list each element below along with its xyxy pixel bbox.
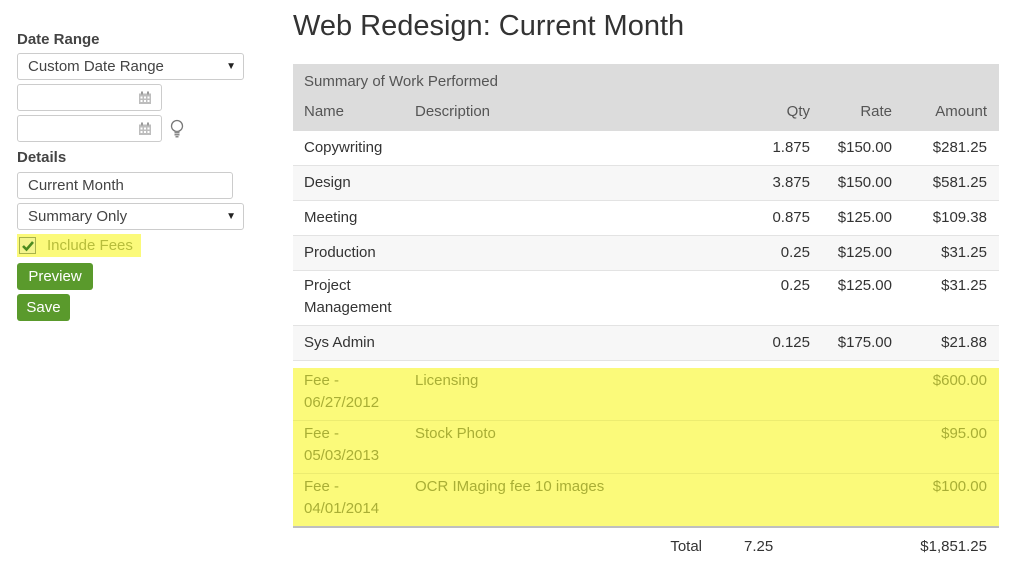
row-amount: $109.38 [932,209,987,226]
table-row: Project Management 0.25 $125.00 $31.25 [293,271,999,326]
row-description [415,242,730,264]
fee-amount: $95.00 [941,425,987,442]
row-description [415,137,730,159]
column-headers: Name Description Qty Rate Amount [293,96,999,131]
row-qty: 0.25 [780,277,810,294]
table-row: Copywriting 1.875 $150.00 $281.25 [293,131,999,166]
save-button[interactable]: Save [17,294,70,321]
table-row: Production 0.25 $125.00 $31.25 [293,236,999,271]
calendar-icon[interactable] [138,91,152,105]
end-date-input[interactable] [17,115,162,142]
row-name: Production [304,244,376,261]
caret-down-icon: ▼ [226,61,236,72]
table-header: Summary of Work Performed Name Descripti… [293,64,999,131]
fee-description: Licensing [415,372,479,389]
row-rate: $125.00 [837,209,892,226]
total-row: Total 7.25 $1,851.25 [293,528,999,558]
row-description [415,332,730,354]
total-amount: $1,851.25 [920,538,987,555]
row-amount: $281.25 [932,139,987,156]
fee-amount: $100.00 [932,478,987,495]
table-row: Sys Admin 0.125 $175.00 $21.88 [293,326,999,361]
row-amount: $581.25 [932,174,987,191]
row-rate: $150.00 [837,139,892,156]
fees-section: Fee - 06/27/2012 Licensing $600.00 Fee -… [293,368,999,528]
total-label: Total [670,538,702,555]
detail-level-select[interactable]: Summary Only ▼ [17,203,244,230]
table-row: Design 3.875 $150.00 $581.25 [293,166,999,201]
row-qty: 0.25 [780,244,810,261]
preview-button[interactable]: Preview [17,263,93,290]
row-description [415,207,730,229]
page-title: Web Redesign: Current Month [293,10,685,42]
fee-row: Fee - 06/27/2012 Licensing $600.00 [293,368,999,421]
table-body: Copywriting 1.875 $150.00 $281.25 Design… [293,131,999,558]
fee-description: Stock Photo [415,425,496,442]
row-rate: $125.00 [837,244,892,261]
column-header-qty: Qty [786,103,810,120]
row-qty: 0.875 [772,209,810,226]
row-rate: $150.00 [837,174,892,191]
fee-name: Fee - 04/01/2014 [304,478,380,517]
include-fees-checkbox[interactable] [19,237,36,254]
row-name: Project Management [304,277,392,316]
row-rate: $125.00 [837,277,892,294]
fee-row: Fee - 04/01/2014 OCR IMaging fee 10 imag… [293,474,999,526]
calendar-icon[interactable] [138,122,152,136]
column-header-rate: Rate [860,103,892,120]
detail-level-select-value: Summary Only [28,208,128,225]
checkmark-icon [22,241,34,252]
fee-name: Fee - 06/27/2012 [304,372,380,411]
lightbulb-icon[interactable] [170,119,184,139]
date-range-label: Date Range [17,31,100,48]
caret-down-icon: ▼ [226,211,236,222]
row-name: Copywriting [304,139,383,156]
include-fees-label: Include Fees [47,237,133,254]
fee-name: Fee - 05/03/2013 [304,425,380,464]
table-row: Meeting 0.875 $125.00 $109.38 [293,201,999,236]
report-options-panel: Date Range Custom Date Range ▼ Details C… [17,30,247,321]
fee-description: OCR IMaging fee 10 images [415,478,605,495]
row-name: Meeting [304,209,358,226]
row-amount: $31.25 [941,244,987,261]
total-qty: 7.25 [744,538,774,555]
row-rate: $175.00 [837,334,892,351]
section-title: Summary of Work Performed [304,73,498,90]
row-qty: 1.875 [772,139,810,156]
report-title-input[interactable]: Current Month [17,172,233,199]
details-label: Details [17,149,67,166]
column-header-amount: Amount [935,103,987,120]
start-date-input[interactable] [17,84,162,111]
include-fees-checkbox-row[interactable]: Include Fees [17,234,141,257]
column-header-description: Description [415,103,491,120]
row-qty: 0.125 [772,334,810,351]
row-name: Sys Admin [304,334,375,351]
work-summary-table: Summary of Work Performed Name Descripti… [293,64,999,558]
row-description [415,172,730,194]
row-amount: $31.25 [941,277,987,294]
row-name: Design [304,174,351,191]
fee-amount: $600.00 [932,372,987,389]
date-range-select-value: Custom Date Range [28,58,164,75]
row-qty: 3.875 [772,174,810,191]
fee-row: Fee - 05/03/2013 Stock Photo $95.00 [293,421,999,474]
row-amount: $21.88 [941,334,987,351]
date-range-select[interactable]: Custom Date Range ▼ [17,53,244,80]
row-description [415,275,730,319]
column-header-name: Name [304,103,345,120]
